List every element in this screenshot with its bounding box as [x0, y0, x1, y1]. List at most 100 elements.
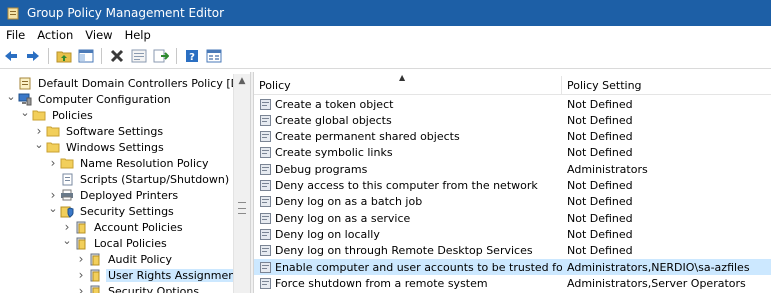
policy-name: Create permanent shared objects [275, 130, 460, 144]
tree-item[interactable]: Scripts (Startup/Shutdown) [48, 171, 231, 187]
policy-row[interactable]: Create symbolic links Not Defined [254, 145, 771, 161]
scroll-thumb-grip[interactable] [238, 202, 246, 214]
tree-item[interactable]: ⌄ Windows Settings [34, 136, 166, 155]
column-header-setting-label: Policy Setting [567, 78, 642, 92]
policy-row[interactable]: Force shutdown from a remote system Admin… [254, 275, 771, 291]
printer-icon [60, 188, 74, 202]
properties-icon[interactable] [130, 47, 148, 65]
tree-item[interactable]: › Security Options [76, 283, 201, 293]
back-icon[interactable] [2, 47, 20, 65]
policy-setting: Not Defined [567, 211, 633, 225]
tree-scrollbar[interactable]: ▲ [233, 74, 250, 293]
tree-item-label: Computer Configuration [38, 92, 171, 106]
menu-bar: File Action View Help [0, 26, 771, 44]
toolbar: ? [0, 44, 771, 69]
policy-row[interactable]: Create a token object Not Defined [254, 96, 771, 112]
policy-setting: Not Defined [567, 113, 633, 127]
policy-name: Create global objects [275, 113, 392, 127]
policy-cell: Force shutdown from a remote system [254, 277, 562, 290]
expand-chevron-icon[interactable]: › [48, 155, 58, 171]
column-header-policy[interactable]: Policy ▲ [254, 73, 562, 94]
expand-chevron-icon[interactable]: › [76, 267, 86, 283]
policy-cell: Create a token object [254, 98, 562, 111]
tree-item[interactable]: ⌄ Computer Configuration [6, 88, 173, 107]
scroll-up-icon[interactable]: ▲ [234, 74, 250, 88]
menu-view[interactable]: View [79, 28, 118, 42]
console-tree[interactable]: Default Domain Controllers Policy [DC01.… [0, 72, 250, 293]
security-icon [60, 204, 74, 218]
toolbar-separator [176, 48, 177, 64]
policy-row[interactable]: Create permanent shared objects Not Defin… [254, 129, 771, 145]
tree-item[interactable]: › Name Resolution Policy [48, 155, 211, 171]
tree-item-label: Security Settings [80, 204, 174, 218]
tree-item-label: Name Resolution Policy [80, 156, 209, 170]
policy-row[interactable]: Enable computer and user accounts to be … [254, 259, 771, 275]
policy-cell: Enable computer and user accounts to be … [254, 261, 562, 274]
help-icon[interactable]: ? [183, 47, 201, 65]
tree-item[interactable]: ⌄ Local Policies [62, 232, 169, 251]
policy-cell: Create symbolic links [254, 146, 562, 159]
policy-row[interactable]: Deny log on as a service Not Defined [254, 210, 771, 226]
tree-item[interactable]: › Account Policies [62, 219, 185, 235]
export-list-icon[interactable] [152, 47, 170, 65]
toolbar-separator [101, 48, 102, 64]
view-icon[interactable] [205, 47, 223, 65]
forward-icon[interactable] [24, 47, 42, 65]
collapse-chevron-icon[interactable]: ⌄ [62, 232, 72, 248]
policy-item-icon [259, 212, 271, 224]
policy-book-icon [74, 236, 88, 250]
policy-setting: Not Defined [567, 179, 633, 192]
policy-setting: Not Defined [567, 97, 633, 111]
policy-item-icon [259, 147, 271, 159]
policy-item-icon [259, 131, 271, 143]
svg-text:?: ? [189, 52, 195, 63]
menu-action[interactable]: Action [31, 28, 79, 42]
list-header: Policy ▲ Policy Setting [254, 73, 771, 95]
tree-item[interactable]: ⌄ Security Settings [48, 200, 176, 219]
expand-chevron-icon[interactable]: › [76, 283, 86, 293]
policy-cell: Debug programs [254, 163, 562, 176]
policy-item-icon [259, 261, 271, 273]
folder-icon [46, 140, 60, 154]
policy-item-icon [259, 228, 271, 240]
policy-row[interactable]: Deny log on through Remote Desktop Servi… [254, 243, 771, 259]
tree-item[interactable]: › Deployed Printers [48, 187, 180, 203]
tree-item[interactable]: › Audit Policy [76, 251, 174, 267]
column-header-policy-setting[interactable]: Policy Setting [562, 76, 771, 94]
policy-item-icon [259, 277, 271, 289]
policy-book-icon [88, 268, 102, 282]
sort-ascending-icon: ▲ [399, 73, 406, 82]
collapse-chevron-icon[interactable]: ⌄ [20, 104, 30, 120]
tree-item-label: Account Policies [94, 220, 183, 234]
up-folder-icon[interactable] [55, 47, 73, 65]
gpo-editor-app-icon [6, 6, 20, 20]
policy-list[interactable]: Policy ▲ Policy Setting Create a token o… [254, 72, 771, 293]
tree-item[interactable]: Default Domain Controllers Policy [DC01.… [6, 75, 250, 91]
policy-cell: Create global objects [254, 114, 562, 127]
folder-icon [32, 108, 46, 122]
policy-row[interactable]: Create global objects Not Defined [254, 112, 771, 128]
policy-item-icon [259, 98, 271, 110]
tree-item-label: Audit Policy [108, 252, 172, 266]
show-hide-tree-icon[interactable] [77, 47, 95, 65]
policy-row[interactable]: Deny access to this computer from the ne… [254, 178, 771, 194]
policy-cell: Deny log on through Remote Desktop Servi… [254, 244, 562, 257]
policy-name: Deny log on as a batch job [275, 195, 423, 209]
expand-chevron-icon[interactable]: › [76, 251, 86, 267]
menu-file[interactable]: File [0, 28, 31, 42]
collapse-chevron-icon[interactable]: ⌄ [48, 200, 58, 216]
tree-item[interactable]: ⌄ Policies [20, 104, 95, 123]
tree-item[interactable]: › User Rights Assignment [76, 267, 242, 283]
policy-row[interactable]: Deny log on locally Not Defined [254, 226, 771, 242]
toolbar-separator [48, 48, 49, 64]
collapse-chevron-icon[interactable]: ⌄ [34, 136, 44, 152]
tree-item[interactable]: › Software Settings [34, 123, 165, 139]
policy-book-icon [74, 220, 88, 234]
menu-help[interactable]: Help [119, 28, 157, 42]
collapse-chevron-icon[interactable]: ⌄ [6, 88, 16, 104]
policy-row[interactable]: Deny log on as a batch job Not Defined [254, 194, 771, 210]
policy-cell: Deny access to this computer from the ne… [254, 179, 562, 192]
delete-icon[interactable] [108, 47, 126, 65]
folder-icon [46, 124, 60, 138]
policy-row[interactable]: Debug programs Administrators [254, 161, 771, 177]
